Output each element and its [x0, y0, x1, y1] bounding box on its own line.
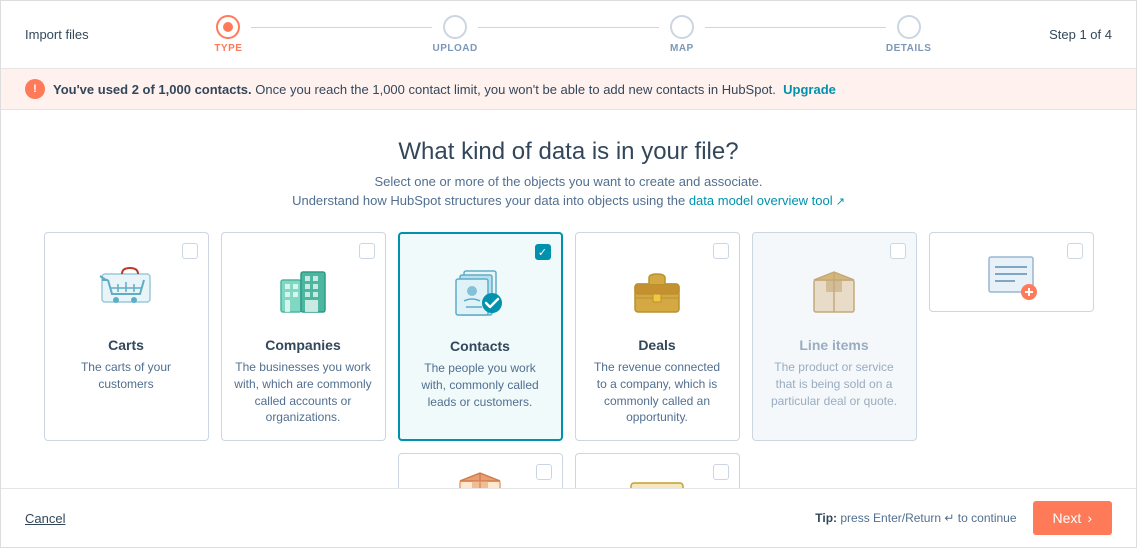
data-model-link[interactable]: data model overview tool [689, 193, 845, 208]
card-companies-desc: The businesses you work with, which are … [234, 359, 373, 426]
card-row2b[interactable] [398, 453, 563, 488]
card-deals-desc: The revenue connected to a company, whic… [588, 359, 727, 426]
step-upload-circle [443, 15, 467, 39]
page-subtitle2: Understand how HubSpot structures your d… [41, 193, 1096, 208]
card-row2b-checkbox[interactable] [536, 464, 552, 480]
next-arrow-icon: › [1087, 510, 1092, 526]
row2a-icon [971, 247, 1051, 307]
card-contacts[interactable]: ✓ Contact [398, 232, 563, 441]
contact-limit-banner: ! You've used 2 of 1,000 contacts. Once … [1, 69, 1136, 110]
stepper-bar: Import files TYPE UPLOAD MAP DETAILS Ste [1, 1, 1136, 69]
card-lineitems-checkbox [890, 243, 906, 259]
page-title: What kind of data is in your file? [41, 138, 1096, 166]
main-content: What kind of data is in your file? Selec… [1, 110, 1136, 488]
steps-track: TYPE UPLOAD MAP DETAILS [115, 15, 1022, 54]
lineitems-icon [794, 257, 874, 327]
card-row2c[interactable] [575, 453, 740, 488]
card-deals[interactable]: Deals The revenue connected to a company… [575, 232, 740, 441]
card-lineitems-desc: The product or service that is being sol… [765, 359, 904, 409]
card-row2a-checkbox[interactable] [1067, 243, 1083, 259]
cards-grid: Carts The carts of your customers [41, 232, 1096, 488]
cancel-button[interactable]: Cancel [25, 511, 65, 526]
card-lineitems-title: Line items [799, 337, 868, 353]
footer: Cancel Tip: press Enter/Return ↵ to cont… [1, 488, 1136, 547]
banner-text: You've used 2 of 1,000 contacts. Once yo… [53, 82, 836, 97]
card-contacts-title: Contacts [450, 338, 510, 354]
footer-right: Tip: press Enter/Return ↵ to continue Ne… [815, 501, 1112, 535]
step-map-label: MAP [670, 43, 694, 54]
card-row2a[interactable] [929, 232, 1094, 312]
card-lineitems: Line items The product or service that i… [752, 232, 917, 441]
card-companies-checkbox[interactable] [359, 243, 375, 259]
page-subtitle1: Select one or more of the objects you wa… [41, 174, 1096, 189]
step-of-label: Step 1 of 4 [1022, 27, 1112, 42]
card-carts-checkbox[interactable] [182, 243, 198, 259]
next-button[interactable]: Next › [1033, 501, 1112, 535]
step-type-circle [216, 15, 240, 39]
upgrade-link[interactable]: Upgrade [783, 82, 836, 97]
step-map: MAP [569, 15, 796, 54]
companies-icon [263, 257, 343, 327]
contacts-icon [440, 258, 520, 328]
tip-text: Tip: press Enter/Return ↵ to continue [815, 511, 1016, 525]
row2b-icon [440, 468, 520, 488]
card-carts-desc: The carts of your customers [57, 359, 196, 393]
import-dialog: Import files TYPE UPLOAD MAP DETAILS Ste [0, 0, 1137, 548]
deals-icon [617, 257, 697, 327]
step-details: DETAILS [795, 15, 1022, 54]
card-deals-checkbox[interactable] [713, 243, 729, 259]
row2c-icon [617, 468, 697, 488]
card-companies[interactable]: Companies The businesses you work with, … [221, 232, 386, 441]
step-upload-label: UPLOAD [433, 43, 478, 54]
card-companies-title: Companies [265, 337, 340, 353]
card-deals-title: Deals [638, 337, 675, 353]
step-map-circle [670, 15, 694, 39]
step-details-circle [897, 15, 921, 39]
card-contacts-desc: The people you work with, commonly calle… [412, 360, 549, 410]
card-carts[interactable]: Carts The carts of your customers [44, 232, 209, 441]
cart-icon [86, 257, 166, 327]
warning-icon: ! [25, 79, 45, 99]
step-upload: UPLOAD [342, 15, 569, 54]
step-details-label: DETAILS [886, 43, 932, 54]
card-contacts-checkbox[interactable]: ✓ [535, 244, 551, 260]
import-files-label: Import files [25, 27, 115, 42]
card-row2c-checkbox[interactable] [713, 464, 729, 480]
step-type: TYPE [115, 15, 342, 54]
step-type-label: TYPE [214, 43, 242, 54]
card-carts-title: Carts [108, 337, 144, 353]
